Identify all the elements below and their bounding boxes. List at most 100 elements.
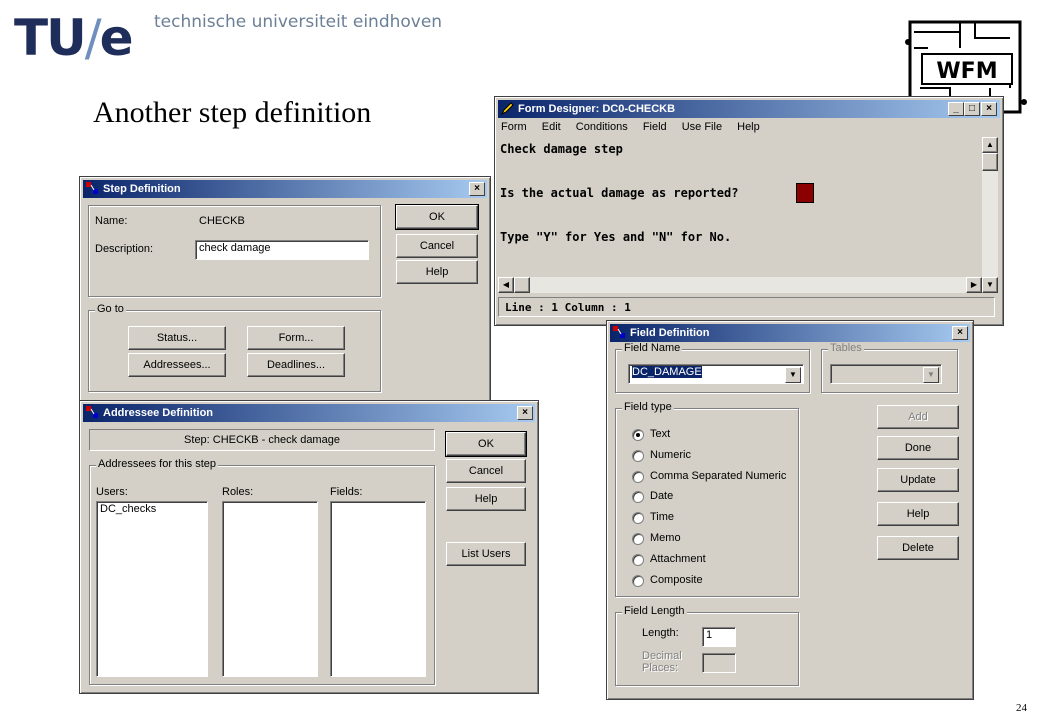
addressees-button[interactable]: Addressees...	[128, 353, 226, 377]
form-line-1: Check damage step	[500, 142, 623, 156]
menu-help[interactable]: Help	[737, 121, 760, 133]
menu-field[interactable]: Field	[643, 121, 667, 133]
done-button[interactable]: Done	[877, 436, 959, 460]
type-attachment-label[interactable]: Attachment	[650, 553, 706, 565]
type-date-label[interactable]: Date	[650, 490, 673, 502]
logo-text: technische universiteit eindhoven	[154, 12, 443, 32]
scroll-right-button[interactable]: ▶	[966, 277, 982, 293]
radio-memo[interactable]	[632, 533, 644, 545]
decimal-label-line2: Places:	[642, 662, 679, 674]
field-close-button[interactable]: ×	[952, 326, 968, 340]
field-type-group: Field type Text Numeric Comma Separated …	[615, 401, 799, 597]
description-input[interactable]: check damage	[195, 240, 369, 260]
list-users-button[interactable]: List Users	[446, 542, 526, 566]
addressee-help-button[interactable]: Help	[446, 487, 526, 511]
step-display: Step: CHECKB - check damage	[89, 429, 435, 451]
name-value: CHECKB	[199, 215, 245, 227]
wfm-text: WFM	[936, 59, 997, 84]
length-input[interactable]: 1	[702, 627, 736, 647]
addressee-title: Addressee Definition	[103, 407, 214, 419]
delete-button[interactable]: Delete	[877, 536, 959, 560]
description-label: Description:	[95, 243, 154, 255]
addressees-group: Addressees for this step Users: Roles: F…	[89, 458, 435, 685]
radio-attachment[interactable]	[632, 554, 644, 566]
horizontal-scrollbar[interactable]: ◀ ▶	[498, 277, 982, 293]
step-ok-button[interactable]: OK	[395, 204, 479, 230]
decimal-places-input[interactable]	[702, 653, 736, 673]
fields-list[interactable]	[330, 501, 426, 677]
decimal-label-line1: Decimal	[642, 650, 682, 662]
field-help-button[interactable]: Help	[877, 502, 959, 526]
status-button[interactable]: Status...	[128, 326, 226, 350]
users-list[interactable]: DC_checks	[96, 501, 208, 677]
type-memo-label[interactable]: Memo	[650, 532, 681, 544]
chevron-down-icon[interactable]: ▼	[923, 367, 939, 383]
minimize-button[interactable]: _	[948, 102, 964, 116]
form-canvas[interactable]: Check damage step Is the actual damage a…	[498, 137, 982, 277]
step-close-button[interactable]: ×	[469, 182, 485, 196]
deadlines-button[interactable]: Deadlines...	[247, 353, 345, 377]
menu-edit[interactable]: Edit	[542, 121, 561, 133]
addressee-titlebar: Addressee Definition ×	[83, 404, 535, 422]
radio-date[interactable]	[632, 491, 644, 503]
form-designer-titlebar: Form Designer: DC0-CHECKB _ □ ×	[498, 100, 1000, 118]
field-name-select[interactable]: DC_DAMAGE ▼	[628, 364, 804, 384]
form-button[interactable]: Form...	[247, 326, 345, 350]
type-time-label[interactable]: Time	[650, 511, 674, 523]
type-comma-numeric-label[interactable]: Comma Separated Numeric	[650, 470, 786, 482]
menu-form[interactable]: Form	[501, 121, 527, 133]
form-designer-window: Form Designer: DC0-CHECKB _ □ × Form Edi…	[494, 96, 1004, 326]
slide-title: Another step definition	[93, 96, 372, 129]
roles-list[interactable]	[222, 501, 318, 677]
roles-label: Roles:	[222, 486, 254, 498]
field-definition-window: Field Definition × Field Name DC_DAMAGE …	[606, 320, 974, 700]
addressees-group-label: Addressees for this step	[96, 458, 219, 470]
radio-time[interactable]	[632, 512, 644, 524]
type-composite-label[interactable]: Composite	[650, 574, 703, 586]
logo-mark: TU/e	[14, 9, 133, 67]
workflow-icon	[86, 406, 98, 418]
type-text-label[interactable]: Text	[650, 428, 670, 440]
users-label: Users:	[96, 486, 128, 498]
field-name-label: Field Name	[622, 342, 683, 354]
tables-select[interactable]: ▼	[830, 364, 942, 384]
vertical-scrollbar[interactable]: ▲ ▼	[982, 137, 998, 293]
pencil-icon	[500, 102, 514, 116]
tables-group: Tables ▼	[821, 342, 958, 393]
radio-composite[interactable]	[632, 575, 644, 587]
decimal-places-label: Decimal Places:	[642, 650, 682, 674]
length-label: Length:	[642, 627, 679, 639]
scroll-left-button[interactable]: ◀	[498, 277, 514, 293]
radio-numeric[interactable]	[632, 450, 644, 462]
step-help-button[interactable]: Help	[396, 260, 478, 284]
step-definition-window: Step Definition × Name: CHECKB Descripti…	[79, 176, 491, 406]
addressee-ok-button[interactable]: OK	[445, 431, 527, 457]
addressee-cancel-button[interactable]: Cancel	[446, 459, 526, 483]
radio-text[interactable]	[632, 429, 644, 441]
chevron-down-icon[interactable]: ▼	[785, 367, 801, 383]
menu-conditions[interactable]: Conditions	[576, 121, 628, 133]
scroll-up-button[interactable]: ▲	[982, 137, 998, 153]
form-input-field[interactable]	[796, 183, 814, 203]
goto-group: Go to Status... Form... Addressees... De…	[88, 303, 381, 392]
scroll-down-button[interactable]: ▼	[982, 277, 998, 293]
form-line-2: Is the actual damage as reported?	[500, 186, 739, 200]
addressee-close-button[interactable]: ×	[517, 406, 533, 420]
addressee-definition-window: Addressee Definition × Step: CHECKB - ch…	[79, 400, 539, 694]
hscroll-thumb[interactable]	[514, 277, 530, 293]
radio-comma-numeric[interactable]	[632, 471, 644, 483]
step-cancel-button[interactable]: Cancel	[396, 234, 478, 258]
menu-bar: Form Edit Conditions Field Use File Help	[501, 121, 760, 133]
goto-label: Go to	[95, 303, 126, 315]
step-info-group: Name: CHECKB Description: check damage	[88, 205, 381, 297]
maximize-button[interactable]: □	[964, 102, 980, 116]
update-button[interactable]: Update	[877, 468, 959, 492]
type-numeric-label[interactable]: Numeric	[650, 449, 691, 461]
list-item[interactable]: DC_checks	[100, 503, 204, 515]
close-button[interactable]: ×	[981, 102, 997, 116]
scroll-thumb[interactable]	[982, 153, 998, 171]
add-button[interactable]: Add	[877, 405, 959, 429]
workflow-icon	[613, 326, 625, 338]
menu-use-file[interactable]: Use File	[682, 121, 722, 133]
tables-label: Tables	[828, 342, 864, 354]
